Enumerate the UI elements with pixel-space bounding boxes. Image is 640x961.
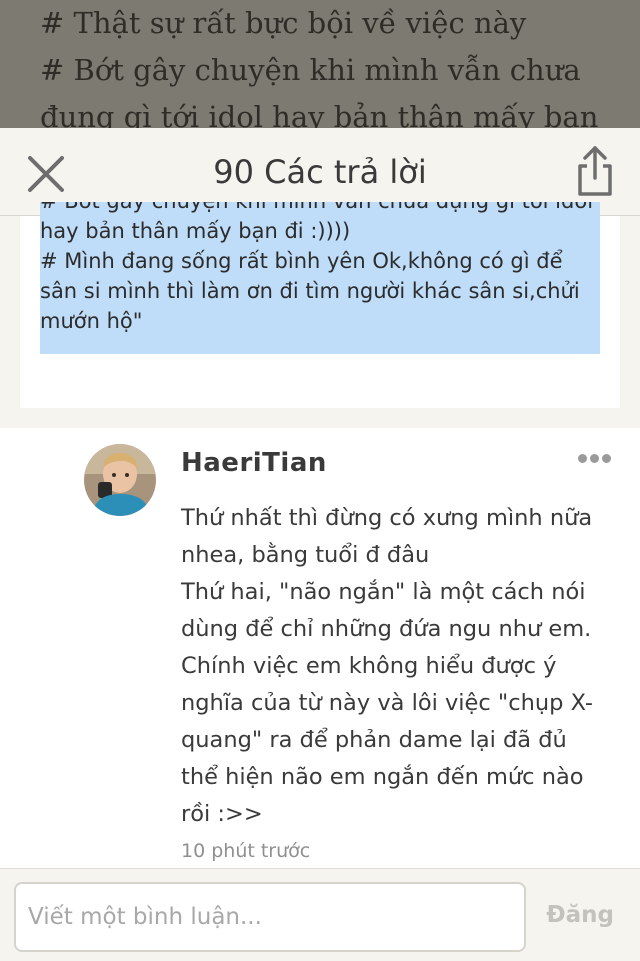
avatar[interactable]	[84, 444, 156, 516]
comment-line: thể hiện não em ngắn đến mức nào	[181, 764, 584, 790]
comment-line: Chính việc em không hiểu được ý	[181, 653, 557, 679]
story-line: # Bớt gây chuyện khi mình vẫn chưa	[40, 53, 581, 87]
story-line: đụng gì tới idol hay bản thân mấy bạn	[40, 100, 599, 130]
comment-line: dùng để chỉ những đứa ngu như em.	[181, 616, 592, 642]
share-button[interactable]	[572, 144, 618, 200]
share-icon	[578, 146, 612, 196]
quote-line: # Bớt gây chuyện khi mình vẫn chưa đụng …	[40, 202, 600, 216]
story-line: # Thật sự rất bực bội về việc này	[40, 6, 527, 40]
quote-line: mướn hộ"	[40, 309, 143, 333]
comment-line: Thứ hai, "não ngắn" là một cách nói	[181, 579, 586, 605]
comment-line: nhea, bằng tuổi đ đâu	[181, 542, 430, 568]
more-options-icon	[578, 454, 587, 463]
comment-input[interactable]	[14, 882, 526, 952]
more-options-icon	[590, 454, 599, 463]
post-button[interactable]: Đăng	[546, 902, 614, 928]
page-title: 90 Các trả lời	[213, 153, 427, 191]
quoted-paragraph-area: # Bớt gây chuyện khi mình vẫn chưa đụng …	[0, 202, 640, 428]
comment-timestamp: 10 phút trước	[181, 840, 311, 862]
more-options-icon	[602, 454, 611, 463]
highlighted-quote[interactable]: # Bớt gây chuyện khi mình vẫn chưa đụng …	[40, 202, 600, 354]
quoted-paragraph-card: # Bớt gây chuyện khi mình vẫn chưa đụng …	[20, 202, 620, 408]
comment-text: Thứ nhất thì đừng có xưng mình nữa nhea,…	[181, 500, 621, 833]
comment-line: Thứ nhất thì đừng có xưng mình nữa	[181, 505, 593, 531]
quote-line: # Mình đang sống rất bình yên Ok,không c…	[40, 249, 563, 273]
comment-line: rồi :>>	[181, 801, 263, 827]
comment-item: HaeriTian Thứ nhất thì đừng có xưng mình…	[0, 428, 640, 868]
more-options-button[interactable]	[578, 448, 618, 468]
comment-line: quang" ra để phản dame lại đã đủ	[181, 727, 567, 753]
comment-username[interactable]: HaeriTian	[181, 448, 327, 478]
quote-line: hay bản thân mấy bạn đi :))))	[40, 219, 351, 243]
user-avatar-image	[84, 444, 156, 516]
story-backdrop: # Thật sự rất bực bội về việc này # Bớt …	[0, 0, 640, 130]
comment-composer: Đăng	[0, 868, 640, 961]
comment-line: nghĩa của từ này và lôi việc "chụp X-	[181, 690, 594, 716]
quote-line: sân si mình thì làm ơn đi tìm người khác…	[40, 279, 580, 303]
